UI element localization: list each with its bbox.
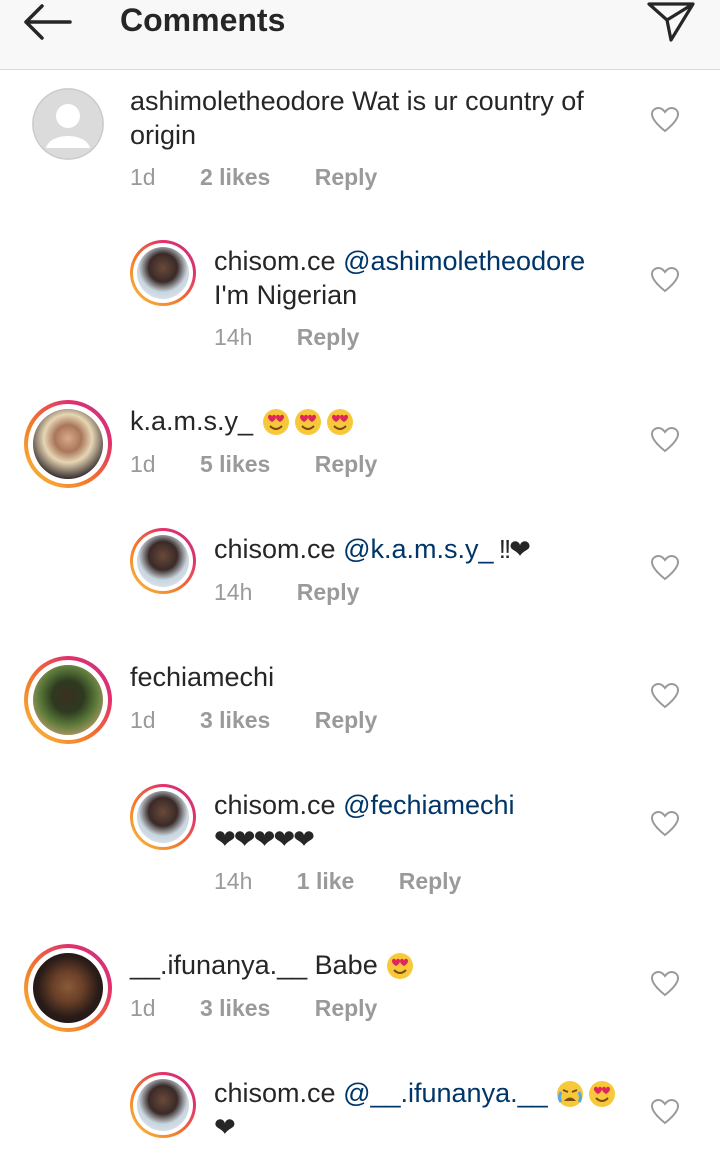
- avatar[interactable]: [130, 240, 196, 306]
- comment-body: !!❤: [493, 534, 531, 564]
- mention-link[interactable]: @__.ifunanya.__: [343, 1078, 548, 1108]
- heart-outline-icon[interactable]: [651, 1099, 679, 1125]
- comment-text: __.ifunanya.__ Babe: [130, 948, 630, 982]
- comment-time: 14h: [214, 868, 253, 894]
- comment-text: chisom.ce @k.a.m.s.y_ !!❤: [214, 532, 634, 566]
- comment-username[interactable]: ashimoletheodore: [130, 86, 345, 116]
- comment-likes[interactable]: 3 likes: [200, 705, 270, 735]
- default-avatar-icon: [32, 88, 104, 160]
- avatar[interactable]: [130, 784, 196, 850]
- comment-likes[interactable]: 1 like: [297, 866, 355, 896]
- comment-likes[interactable]: 2 likes: [200, 162, 270, 192]
- comment-meta: 1d 3 likes Reply: [130, 705, 377, 735]
- reply-button[interactable]: Reply: [297, 322, 360, 352]
- comment-meta: 1d 5 likes Reply: [130, 449, 377, 479]
- comment-body: Babe: [307, 950, 378, 980]
- comment-time: 1d: [130, 164, 156, 190]
- comment-meta: 14h Reply: [214, 577, 359, 607]
- reply-button[interactable]: Reply: [315, 993, 378, 1023]
- heart-outline-icon[interactable]: [651, 555, 679, 581]
- mention-link[interactable]: @fechiamechi: [343, 790, 514, 820]
- avatar[interactable]: [24, 400, 112, 488]
- comment-time: 1d: [130, 451, 156, 477]
- comment-text: ashimoletheodore Wat is ur country of or…: [130, 84, 630, 152]
- comment-body-line2: ❤: [214, 1112, 236, 1142]
- reply-button[interactable]: Reply: [399, 866, 462, 896]
- heart-eyes-emoji-icon: [261, 406, 357, 436]
- reply-button[interactable]: Reply: [315, 162, 378, 192]
- avatar[interactable]: [32, 88, 104, 160]
- heart-outline-icon[interactable]: [651, 971, 679, 997]
- heart-outline-icon[interactable]: [651, 683, 679, 709]
- comment-likes[interactable]: 3 likes: [200, 993, 270, 1023]
- comment-likes[interactable]: 5 likes: [200, 449, 270, 479]
- comment-meta: 1d 2 likes Reply: [130, 162, 377, 192]
- comment-text: fechiamechi: [130, 660, 630, 694]
- comment-username[interactable]: chisom.ce: [214, 246, 336, 276]
- comment-time: 14h: [214, 579, 253, 605]
- comment-body-line2: origin: [130, 120, 197, 150]
- comment-body-line2: ❤❤❤❤❤: [214, 824, 315, 854]
- heart-outline-icon[interactable]: [651, 267, 679, 293]
- heart-outline-icon[interactable]: [651, 811, 679, 837]
- heart-eyes-emoji-icon: [589, 1081, 616, 1107]
- comment-text: chisom.ce @fechiamechi ❤❤❤❤❤: [214, 788, 634, 856]
- comment-username[interactable]: k.a.m.s.y_: [130, 406, 253, 436]
- mention-link[interactable]: @k.a.m.s.y_: [343, 534, 493, 564]
- comment-text: chisom.ce @ashimoletheodore I'm Nigerian: [214, 244, 634, 312]
- top-bar: Comments: [0, 0, 720, 70]
- comment-username[interactable]: fechiamechi: [130, 662, 274, 692]
- paper-plane-icon[interactable]: [645, 0, 697, 44]
- reply-button[interactable]: Reply: [297, 577, 360, 607]
- comment-time: 1d: [130, 707, 156, 733]
- comment-username[interactable]: __.ifunanya.__: [130, 950, 307, 980]
- reply-button[interactable]: Reply: [315, 705, 378, 735]
- comment-text: chisom.ce @__.ifunanya.__ ❤: [214, 1076, 634, 1144]
- heart-outline-icon[interactable]: [651, 427, 679, 453]
- heart-outline-icon[interactable]: [651, 107, 679, 133]
- comment-username[interactable]: chisom.ce: [214, 534, 336, 564]
- avatar[interactable]: [24, 656, 112, 744]
- avatar[interactable]: [24, 944, 112, 1032]
- comment-time: 14h: [214, 324, 253, 350]
- avatar[interactable]: [130, 1072, 196, 1138]
- comment-text: k.a.m.s.y_: [130, 404, 630, 438]
- reply-button[interactable]: Reply: [315, 449, 378, 479]
- comment-meta: 1d 3 likes Reply: [130, 993, 377, 1023]
- comment-username[interactable]: chisom.ce: [214, 1078, 336, 1108]
- comment-body: Wat is ur country of: [344, 86, 584, 116]
- avatar[interactable]: [130, 528, 196, 594]
- comment-time: 1d: [130, 995, 156, 1021]
- comment-meta: 14h 1 like Reply: [214, 866, 461, 896]
- arrow-left-icon[interactable]: [18, 0, 78, 44]
- page-title: Comments: [120, 2, 286, 38]
- heart-eyes-emoji-icon: [387, 953, 414, 979]
- crying-face-emoji-icon: [557, 1081, 584, 1107]
- comment-meta: 14h Reply: [214, 322, 359, 352]
- comment-username[interactable]: chisom.ce: [214, 790, 336, 820]
- comment-body-line2: I'm Nigerian: [214, 280, 358, 310]
- mention-link[interactable]: @ashimoletheodore: [343, 246, 585, 276]
